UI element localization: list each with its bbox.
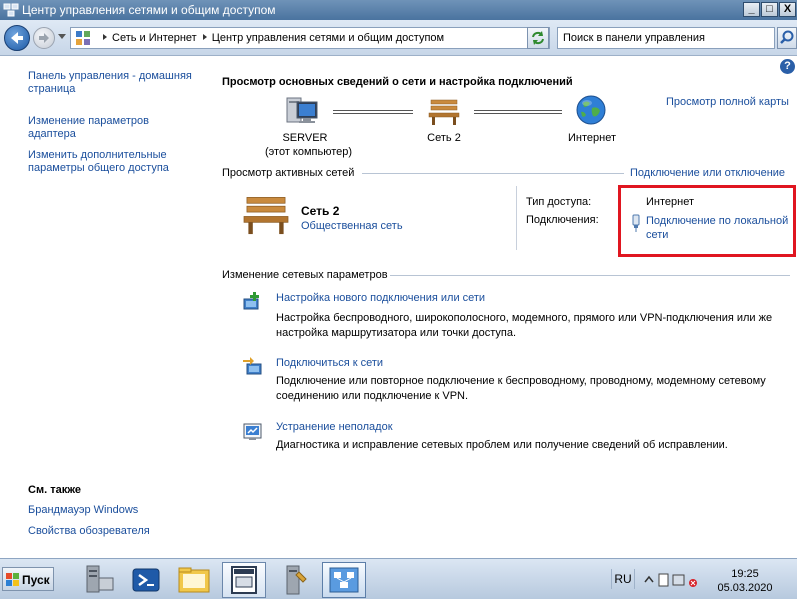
language-indicator[interactable]: RU bbox=[611, 569, 635, 589]
sidebar-link-control-panel-home[interactable]: Панель управления - домашняя страница bbox=[28, 70, 208, 96]
troubleshoot-icon bbox=[243, 423, 262, 440]
taskbar: Пуск RU 19:25 05.03.2020 bbox=[0, 558, 797, 599]
taskbar-tools[interactable] bbox=[272, 562, 316, 598]
see-also-heading: См. также bbox=[28, 484, 81, 496]
map-connection-line bbox=[333, 110, 413, 114]
powershell-icon bbox=[132, 568, 160, 592]
system-clock[interactable]: 19:25 05.03.2020 bbox=[706, 567, 784, 595]
search-button[interactable] bbox=[777, 27, 797, 49]
address-field[interactable]: Сеть и Интернет Центр управления сетями и… bbox=[70, 27, 550, 49]
bench-icon bbox=[243, 197, 289, 235]
flag-icon bbox=[658, 573, 669, 587]
clock-time: 19:25 bbox=[731, 568, 759, 580]
map-connection-line bbox=[474, 110, 562, 114]
taskbar-network-center[interactable] bbox=[322, 562, 366, 598]
map-server-subtitle: (этот компьютер) bbox=[265, 146, 353, 158]
chevron-right-icon[interactable] bbox=[103, 34, 107, 40]
new-connection-icon bbox=[243, 292, 259, 310]
taskbar-powershell[interactable] bbox=[124, 562, 168, 598]
explorer-folder-icon bbox=[178, 567, 210, 593]
page-title: Просмотр основных сведений о сети и наст… bbox=[222, 76, 573, 88]
section-divider bbox=[390, 275, 790, 276]
back-button[interactable] bbox=[4, 25, 30, 51]
close-button[interactable]: X bbox=[779, 2, 796, 17]
globe-icon bbox=[576, 95, 606, 125]
help-button[interactable]: ? bbox=[780, 59, 795, 74]
connect-to-network-icon bbox=[243, 357, 262, 375]
troubleshoot-link[interactable]: Устранение неполадок bbox=[276, 421, 393, 433]
task-description-line: соединению или подключение к VPN. bbox=[276, 390, 469, 402]
map-network-2[interactable]: Сеть 2 bbox=[414, 131, 474, 145]
clock-date: 05.03.2020 bbox=[717, 582, 773, 594]
computer-icon bbox=[286, 97, 318, 123]
active-networks-heading: Просмотр активных сетей bbox=[222, 167, 355, 179]
refresh-icon bbox=[532, 31, 544, 45]
connect-or-disconnect-link[interactable]: Подключение или отключение bbox=[630, 167, 785, 179]
network-type-link[interactable]: Общественная сеть bbox=[301, 220, 403, 232]
breadcrumb-network-center[interactable]: Центр управления сетями и общим доступом bbox=[212, 32, 444, 44]
taskbar-server-manager[interactable] bbox=[78, 562, 122, 598]
vertical-divider bbox=[516, 186, 517, 250]
start-button[interactable]: Пуск bbox=[2, 567, 54, 591]
refresh-button[interactable] bbox=[527, 27, 549, 49]
tools-icon bbox=[286, 565, 307, 595]
change-settings-heading: Изменение сетевых параметров bbox=[222, 269, 388, 281]
address-bar: Сеть и Интернет Центр управления сетями и… bbox=[0, 20, 797, 56]
connect-to-network-description: Подключение или повторное подключение к … bbox=[276, 374, 766, 404]
breadcrumb: Сеть и Интернет Центр управления сетями и… bbox=[97, 32, 444, 44]
bench-icon bbox=[428, 99, 460, 125]
setup-new-connection-description: Настройка беспроводного, широкополосного… bbox=[276, 311, 772, 341]
map-server-name: SERVER bbox=[282, 132, 328, 144]
sidebar-link-adapter-settings[interactable]: Изменение параметров адаптера bbox=[28, 115, 168, 141]
map-internet[interactable]: Интернет bbox=[561, 131, 623, 145]
chevron-up-icon bbox=[644, 575, 654, 583]
access-type-label: Тип доступа: bbox=[526, 196, 592, 208]
taskbar-explorer[interactable] bbox=[172, 562, 216, 598]
maximize-button[interactable]: □ bbox=[761, 2, 778, 17]
window-app-icon bbox=[231, 566, 257, 594]
network-center-icon bbox=[329, 567, 359, 593]
server-manager-icon bbox=[86, 565, 114, 593]
arrow-left-icon bbox=[11, 32, 23, 44]
task-description-line: настройка маршрутизатора или точки досту… bbox=[276, 327, 517, 339]
chevron-right-icon[interactable] bbox=[202, 34, 207, 40]
map-this-computer[interactable]: SERVER (этот компьютер) bbox=[265, 131, 353, 159]
setup-new-connection-link[interactable]: Настройка нового подключения или сети bbox=[276, 292, 485, 304]
window-title: Центр управления сетями и общим доступом bbox=[22, 3, 276, 17]
sidebar-link-firewall[interactable]: Брандмауэр Windows bbox=[28, 504, 138, 517]
taskbar-window-app[interactable] bbox=[222, 562, 266, 598]
network-center-icon bbox=[3, 3, 19, 17]
network-tray-icon bbox=[672, 574, 685, 586]
tray-icons bbox=[644, 573, 697, 587]
sidebar-link-sharing-settings[interactable]: Изменить дополнительные параметры общего… bbox=[28, 149, 188, 175]
task-description-line: Настройка беспроводного, широкополосного… bbox=[276, 312, 773, 324]
sidebar-link-internet-options[interactable]: Свойства обозревателя bbox=[28, 525, 150, 538]
section-divider bbox=[362, 173, 624, 174]
breadcrumb-network-internet[interactable]: Сеть и Интернет bbox=[112, 32, 197, 44]
windows-logo-icon bbox=[6, 573, 19, 586]
control-panel-icon bbox=[76, 31, 90, 45]
search-icon bbox=[780, 30, 794, 44]
recent-pages-dropdown[interactable] bbox=[58, 34, 66, 39]
search-input[interactable] bbox=[563, 29, 763, 47]
connections-label: Подключения: bbox=[526, 214, 599, 226]
start-label: Пуск bbox=[22, 573, 50, 587]
view-full-map-link[interactable]: Просмотр полной карты bbox=[666, 96, 789, 108]
troubleshoot-description: Диагностика и исправление сетевых пробле… bbox=[276, 439, 728, 451]
connect-to-network-link[interactable]: Подключиться к сети bbox=[276, 357, 383, 369]
task-description-line: Подключение или повторное подключение к … bbox=[276, 375, 766, 387]
minimize-button[interactable]: _ bbox=[743, 2, 760, 17]
search-field[interactable] bbox=[557, 27, 775, 49]
forward-button[interactable] bbox=[33, 27, 55, 49]
highlight-annotation-box bbox=[618, 185, 796, 257]
title-bar: Центр управления сетями и общим доступом… bbox=[0, 0, 797, 20]
arrow-right-icon bbox=[39, 33, 49, 43]
network-name: Сеть 2 bbox=[301, 204, 340, 218]
